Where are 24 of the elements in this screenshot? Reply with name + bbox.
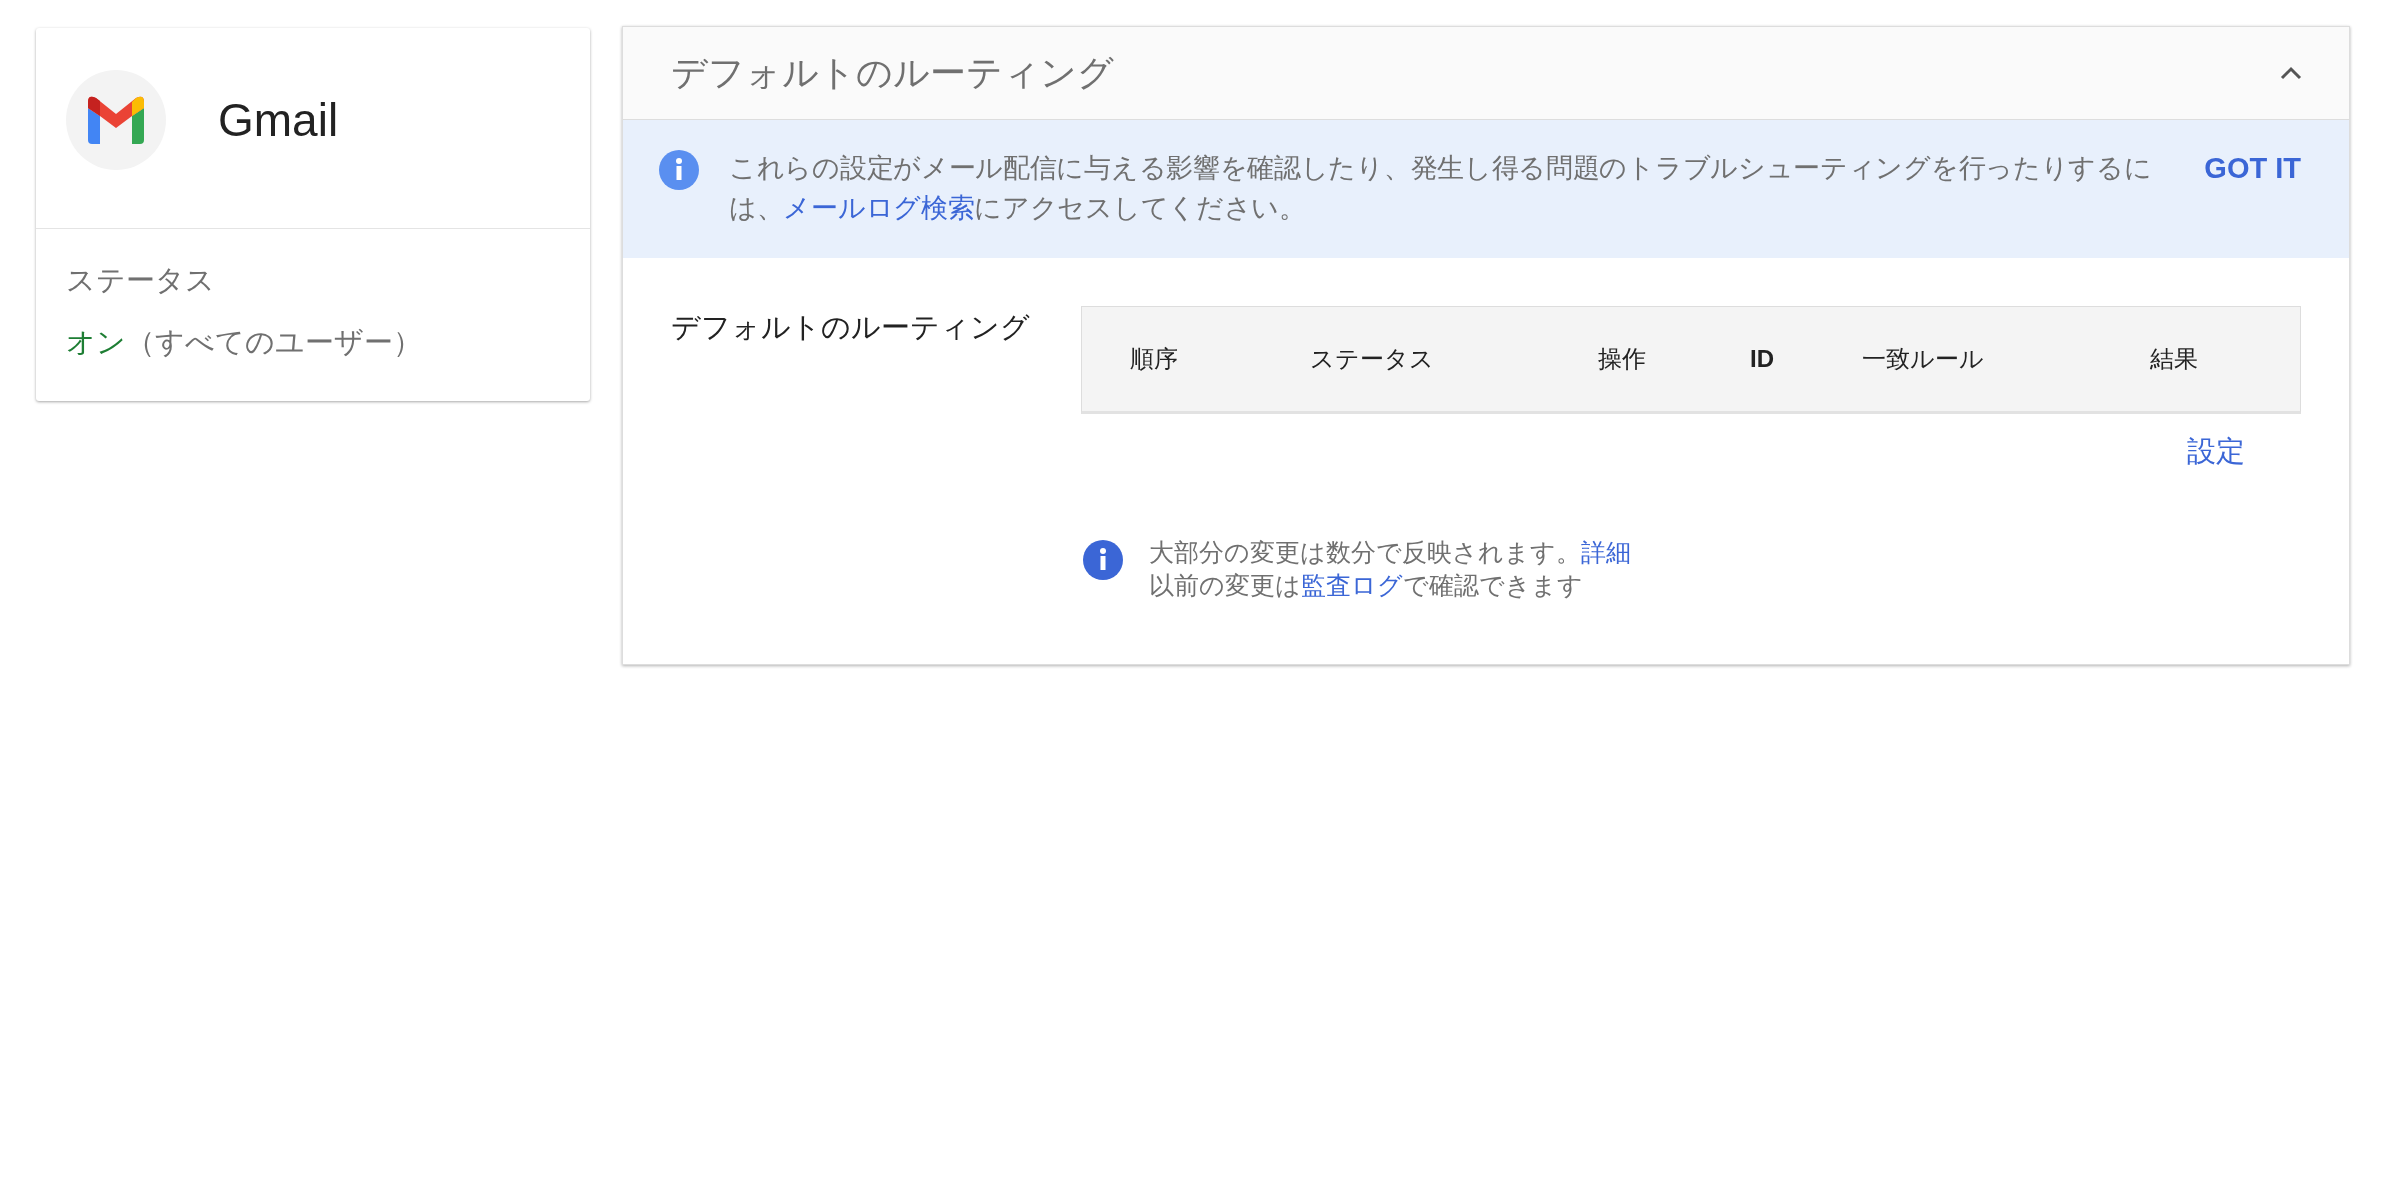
panel-title: デフォルトのルーティング bbox=[671, 50, 1114, 95]
column-header[interactable]: 操作 bbox=[1598, 343, 1750, 375]
app-name: Gmail bbox=[218, 93, 339, 147]
info-icon bbox=[1083, 540, 1123, 580]
panel-header[interactable]: デフォルトのルーティング bbox=[623, 27, 2349, 120]
column-header[interactable]: 一致ルール bbox=[1862, 343, 2150, 375]
status-scope: （すべてのユーザー） bbox=[126, 326, 422, 358]
link[interactable]: 詳細 bbox=[1581, 538, 1631, 566]
collapse-icon[interactable] bbox=[2279, 65, 2303, 81]
note-text: 以前の変更は監査ログで確認できます bbox=[1149, 570, 1584, 601]
column-header[interactable]: 結果 bbox=[2150, 343, 2198, 375]
column-header[interactable]: ID bbox=[1750, 345, 1862, 373]
configure-link[interactable]: 設定 bbox=[2187, 432, 2245, 472]
banner-message: これらの設定がメール配信に与える影響を確認したり、発生し得る問題のトラブルシューティングを行ったりするには、メールログ検索にアクセスしてください。 bbox=[729, 152, 2153, 225]
column-header[interactable]: ステータス bbox=[1310, 343, 1598, 375]
link[interactable]: メールログ検索 bbox=[783, 193, 975, 223]
got-it-button[interactable]: GOT IT bbox=[2204, 152, 2301, 185]
column-header[interactable]: 順序 bbox=[1130, 343, 1310, 375]
status-label: ステータス bbox=[66, 263, 216, 298]
link[interactable]: 監査ログ bbox=[1301, 571, 1403, 599]
note-text: 大部分の変更は数分で反映されます。詳細 bbox=[1149, 537, 1631, 568]
section-label: デフォルトのルーティング bbox=[671, 310, 1031, 345]
info-icon bbox=[659, 150, 699, 190]
status-value: オン bbox=[66, 326, 126, 358]
